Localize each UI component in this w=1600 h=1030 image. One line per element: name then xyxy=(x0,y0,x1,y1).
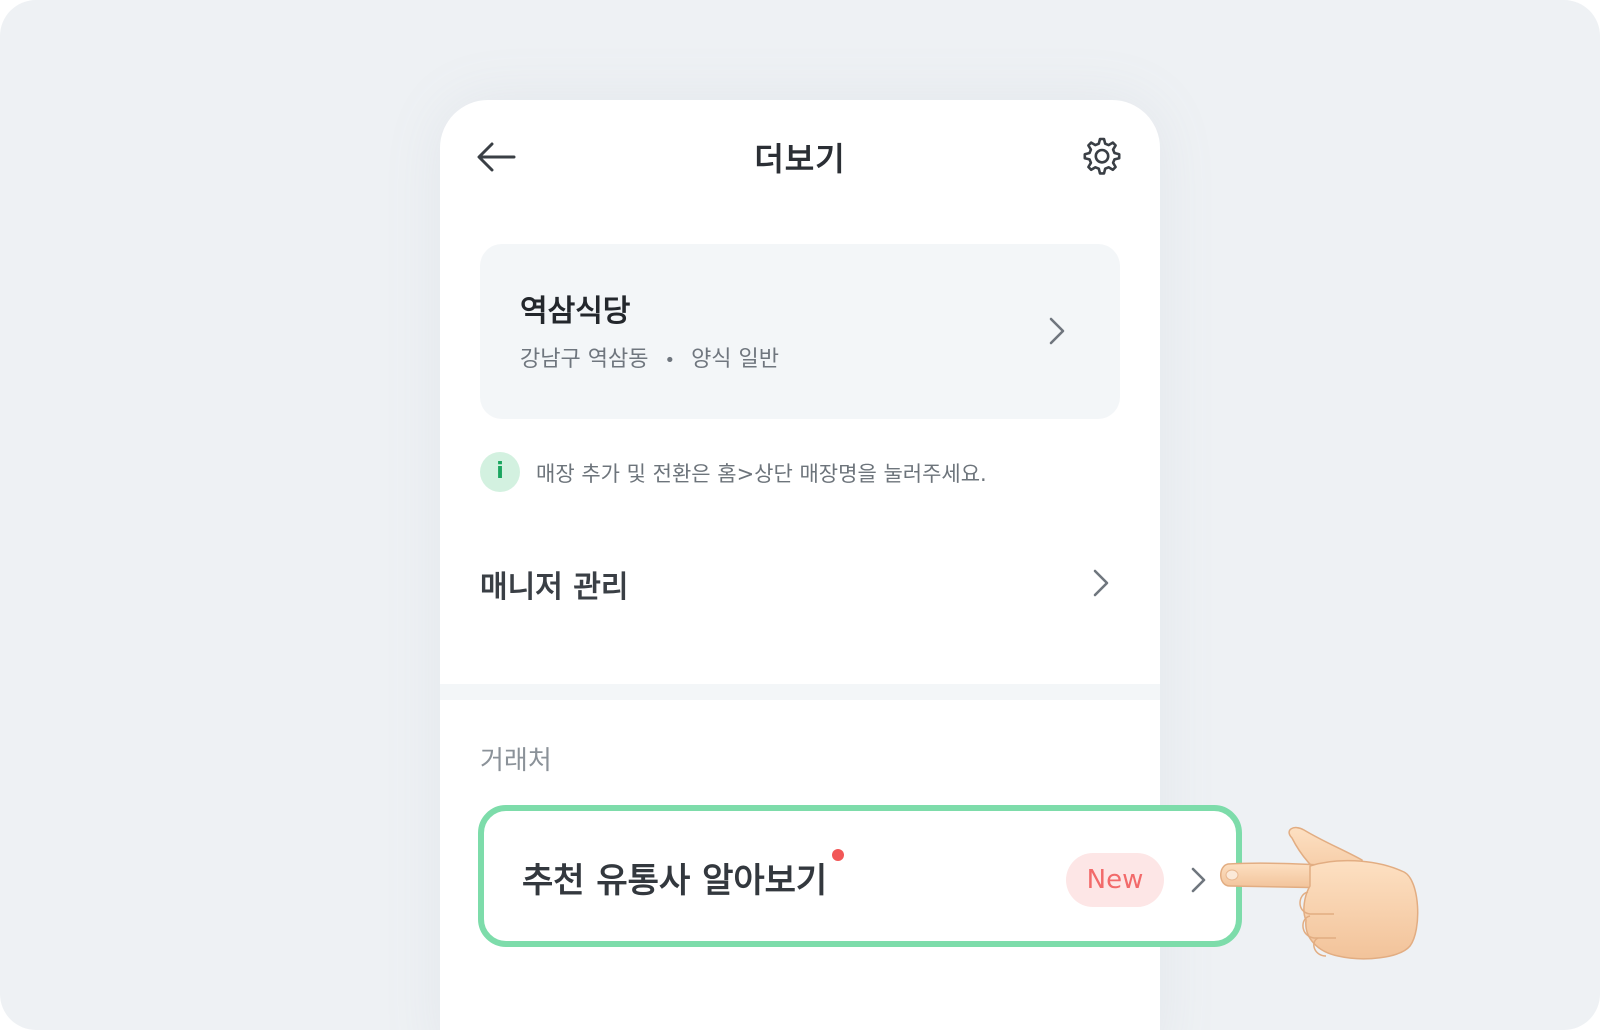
gear-icon xyxy=(1083,137,1121,175)
new-badge: New xyxy=(1066,853,1164,907)
canvas-background: 더보기 역삼식당 강남구 역삼동 • 양식 일반 i 매장 추가 및 전환은 홈>상… xyxy=(0,0,1600,1030)
info-text: 매장 추가 및 전환은 홈>상단 매장명을 눌러주세요. xyxy=(536,462,987,486)
store-meta: 강남구 역삼동 • 양식 일반 xyxy=(520,341,779,373)
info-icon: i xyxy=(480,452,520,492)
section-title: 거래처 xyxy=(480,746,552,776)
recommend-label: 추천 유통사 알아보기 xyxy=(522,861,828,901)
store-name: 역삼식당 xyxy=(520,294,631,329)
chevron-right-icon xyxy=(1049,317,1065,345)
pointing-hand-icon xyxy=(1220,826,1419,960)
page-title: 더보기 xyxy=(754,140,846,178)
menu-item-recommend-distributor[interactable]: 추천 유통사 알아보기 New xyxy=(478,805,1242,947)
menu-item-manager[interactable]: 매니저 관리 xyxy=(480,548,1120,620)
manager-label: 매니저 관리 xyxy=(480,570,629,605)
header: 더보기 xyxy=(440,100,1160,210)
store-location: 강남구 역삼동 xyxy=(520,347,649,372)
notification-dot xyxy=(832,849,844,861)
chevron-right-icon xyxy=(1093,569,1109,597)
separator-dot: • xyxy=(664,350,676,371)
store-card[interactable]: 역삼식당 강남구 역삼동 • 양식 일반 xyxy=(480,244,1120,419)
settings-button[interactable] xyxy=(1080,134,1124,178)
chevron-right-icon xyxy=(1191,867,1206,893)
store-category: 양식 일반 xyxy=(691,347,780,372)
section-divider xyxy=(440,684,1160,700)
